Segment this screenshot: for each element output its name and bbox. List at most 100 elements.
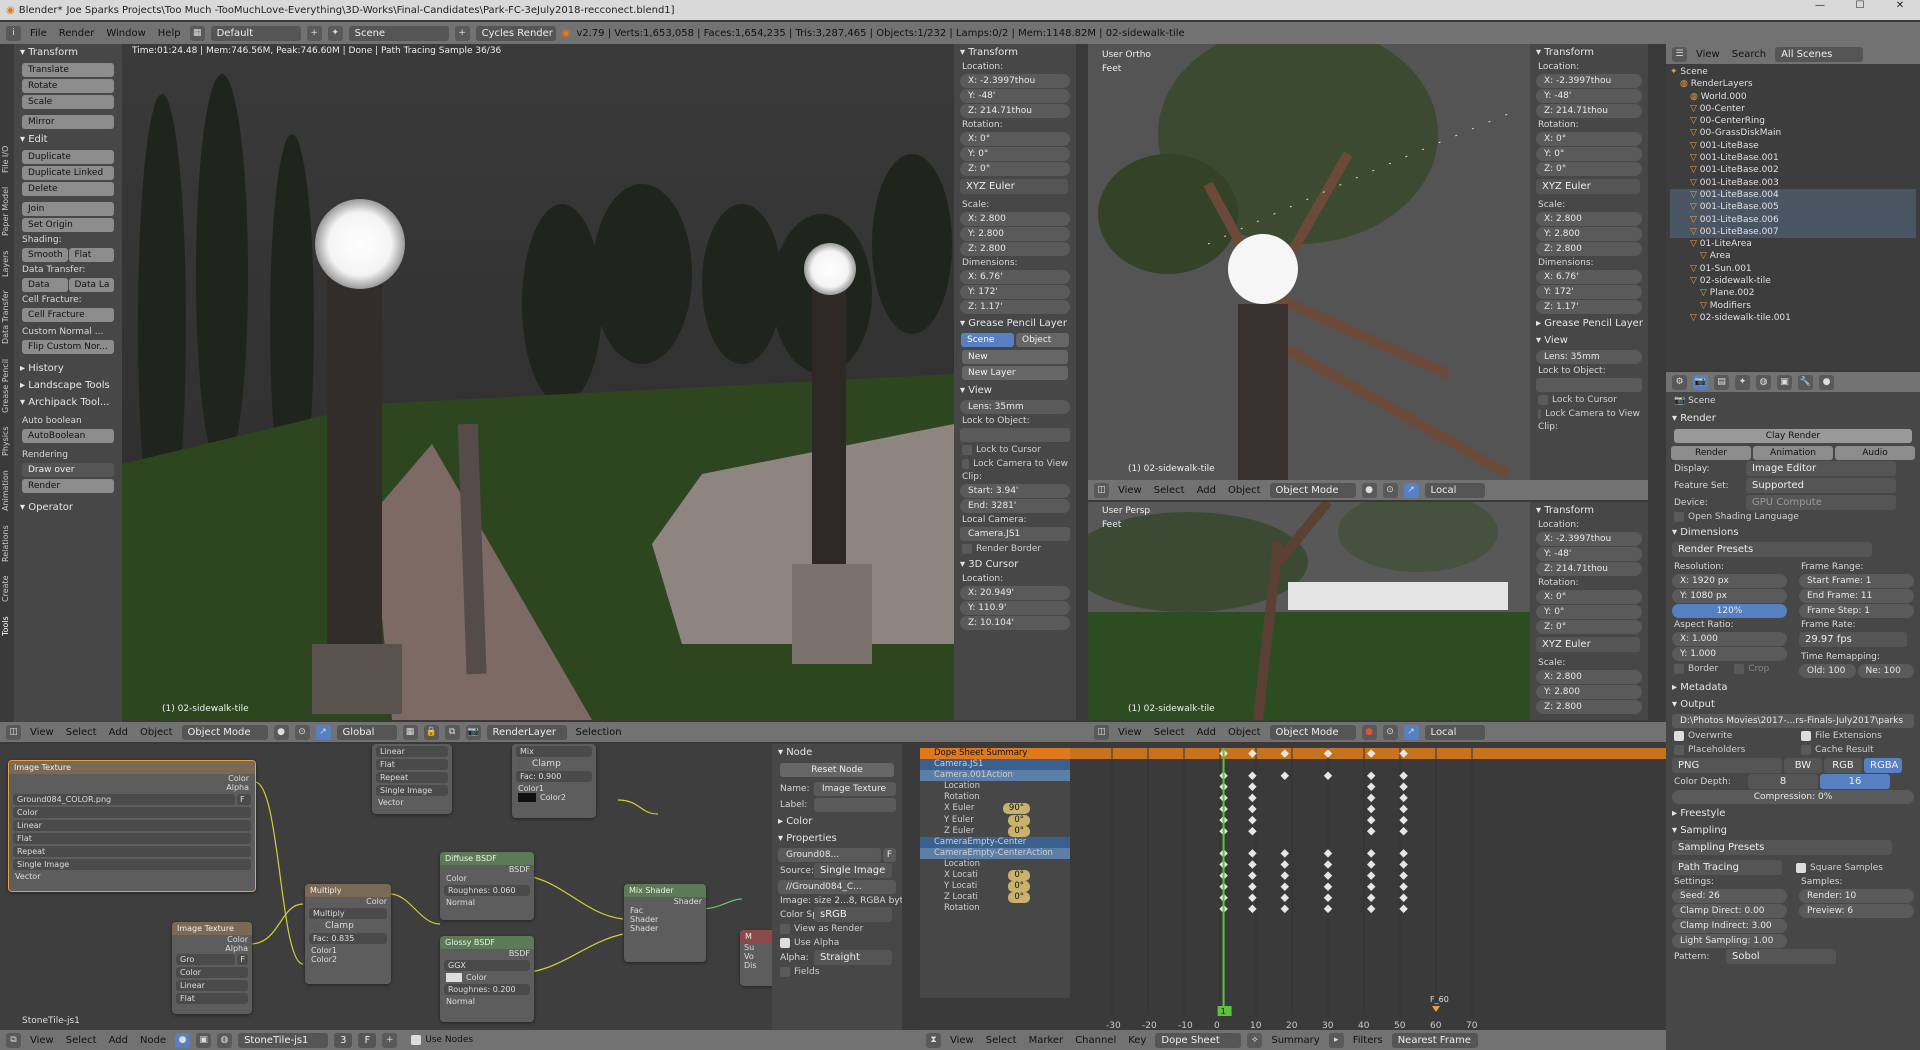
extension-select[interactable]: Repeat — [376, 772, 448, 783]
menu-add[interactable]: Add — [1194, 485, 1219, 496]
summary-toggle[interactable]: Summary — [1268, 1035, 1322, 1046]
alpha-output-socket[interactable]: Alpha — [172, 944, 252, 953]
properties-section-header[interactable]: ▾ Properties — [772, 830, 902, 847]
square-samples-checkbox[interactable]: Square Samples — [1788, 861, 1891, 875]
osl-checkbox[interactable]: Open Shading Language — [1666, 510, 1920, 524]
scale-button[interactable]: Scale — [22, 95, 114, 109]
rotation-mode-select[interactable]: XYZ Euler — [1536, 637, 1640, 652]
node-editor[interactable]: Image Texture Color Alpha Ground084_COLO… — [0, 744, 772, 1034]
menu-view[interactable]: View — [27, 727, 57, 738]
fac-field[interactable]: Fac: 0.900 — [516, 771, 592, 782]
light-sampling-field[interactable]: Light Sampling: 1.00 — [1672, 934, 1787, 948]
draw-over-select[interactable]: Draw over — [22, 463, 114, 477]
snap-mode-select[interactable]: Nearest Frame — [1391, 1032, 1478, 1048]
tab-relations[interactable]: Relations — [1, 525, 10, 562]
persp-viewport[interactable]: User Persp Feet (1) 02-sidewalk-tile — [1088, 502, 1530, 720]
maximize-icon[interactable]: ☐ — [1840, 0, 1880, 11]
outliner-item[interactable]: ▽ 00-CenterRing — [1670, 115, 1916, 127]
fac-input-socket[interactable]: Fac — [624, 906, 706, 915]
dope-sheet-channel[interactable]: CameraEmpty-CenterAction — [920, 847, 1070, 859]
shader-nodes-icon[interactable]: ● — [175, 1032, 191, 1048]
color-input-socket[interactable]: Color — [440, 874, 534, 883]
roughness-field[interactable]: Roughnes: 0.060 — [444, 885, 530, 896]
sampling-presets-select[interactable]: Sampling Presets — [1672, 840, 1892, 855]
rotation-z-field[interactable]: Z: 0° — [960, 162, 1070, 176]
edit-section-header[interactable]: ▾ Edit — [14, 131, 122, 148]
menu-select[interactable]: Select — [1151, 727, 1188, 738]
transform-header[interactable]: ▾ Transform — [954, 44, 1076, 61]
image-texture-node-1[interactable]: Image Texture Color Alpha Ground084_COLO… — [8, 760, 256, 892]
interpolation-select[interactable]: Linear — [176, 980, 248, 991]
distribution-select[interactable]: GGX — [444, 960, 530, 971]
menu-add[interactable]: Add — [106, 1035, 131, 1046]
node-name-field[interactable]: Image Texture — [814, 782, 896, 796]
dope-sheet-channel[interactable]: Camera.001Action — [920, 770, 1070, 782]
rotation-mode-select[interactable]: XYZ Euler — [960, 179, 1068, 194]
menu-add[interactable]: Add — [1194, 727, 1219, 738]
location-z-field[interactable]: Z: 214.71thou — [1536, 562, 1642, 576]
tab-grease-pencil[interactable]: Grease Pencil — [1, 358, 10, 412]
image-texture-node-2[interactable]: Image Texture Color Alpha Gro F Color Li… — [172, 922, 252, 1014]
menu-select[interactable]: Select — [1151, 485, 1188, 496]
history-section-header[interactable]: ▸ History — [14, 360, 122, 377]
menu-view[interactable]: View — [27, 1035, 57, 1046]
outliner-item[interactable]: ▽ Modifiers — [1670, 300, 1916, 312]
location-z-field[interactable]: Z: 214.71thou — [960, 104, 1070, 118]
depth-8-button[interactable]: 8 — [1748, 774, 1818, 789]
source-select[interactable]: Single Image — [814, 863, 892, 878]
shading-icon[interactable]: ● — [1361, 724, 1377, 740]
menu-marker[interactable]: Marker — [1026, 1035, 1067, 1046]
mix-rgb-node[interactable]: Mix Clamp Fac: 0.900 Color1 Color2 — [512, 744, 596, 818]
dimensions-section-header[interactable]: ▾ Dimensions — [1666, 524, 1920, 541]
duplicate-button[interactable]: Duplicate — [22, 150, 114, 164]
outliner-item[interactable]: ▽ 01-Sun.001 — [1670, 263, 1916, 275]
freestyle-section-header[interactable]: ▸ Freestyle — [1666, 805, 1920, 822]
menu-select[interactable]: Select — [983, 1035, 1020, 1046]
outliner-item[interactable]: ▽ Area — [1670, 250, 1916, 262]
menu-node[interactable]: Node — [137, 1035, 169, 1046]
mode-select[interactable]: Object Mode — [1269, 724, 1356, 740]
device-select[interactable]: GPU Compute — [1746, 495, 1896, 510]
dimension-z-field[interactable]: Z: 1.17' — [960, 300, 1070, 314]
bsdf-output-socket[interactable]: BSDF — [440, 949, 534, 958]
normal-input-socket[interactable]: Normal — [440, 898, 534, 907]
menu-view[interactable]: View — [1693, 49, 1723, 60]
menu-select[interactable]: Select — [63, 727, 100, 738]
audio-button[interactable]: Audio — [1835, 446, 1915, 460]
normal-input-socket[interactable]: Normal — [440, 997, 534, 1006]
grease-pencil-header[interactable]: ▾ Grease Pencil Layer — [954, 315, 1076, 332]
material-tab-icon[interactable]: ● — [1819, 374, 1834, 390]
cursor-y-field[interactable]: Y: 110.9' — [960, 601, 1070, 615]
border-checkbox[interactable]: Border — [1666, 662, 1726, 676]
image-datablock-field[interactable]: Ground08... — [778, 848, 881, 862]
duplicate-linked-button[interactable]: Duplicate Linked — [22, 166, 114, 180]
smooth-button[interactable]: Smooth — [22, 248, 68, 262]
channel-value-field[interactable]: 0° — [1008, 892, 1030, 904]
menu-select[interactable]: Select — [63, 1035, 100, 1046]
editor-type-icon[interactable]: ◫ — [1094, 482, 1109, 498]
channel-value-field[interactable]: 90° — [1002, 803, 1030, 815]
menu-object[interactable]: Object — [1225, 485, 1264, 496]
layers-tab-icon[interactable]: ▤ — [1714, 374, 1729, 390]
lock-icon[interactable]: 🔒 — [423, 724, 439, 740]
menu-search[interactable]: Search — [1729, 49, 1769, 60]
cell-fracture-button[interactable]: Cell Fracture — [22, 308, 114, 322]
channel-value-field[interactable]: 0° — [1008, 825, 1030, 837]
outliner-item[interactable]: ▽ 001-LiteBase.003 — [1670, 177, 1916, 189]
clamp-direct-field[interactable]: Clamp Direct: 0.00 — [1672, 904, 1787, 918]
file-format-select[interactable]: PNG — [1672, 758, 1782, 773]
shader-output-socket[interactable]: Shader — [624, 897, 706, 906]
tab-data-transfer[interactable]: Data Transfer — [1, 291, 10, 345]
displacement-input-socket[interactable]: Dis — [740, 961, 772, 970]
dope-sheet-channel[interactable]: Location — [920, 859, 1070, 870]
operator-section-header[interactable]: ▾ Operator — [14, 499, 122, 516]
depth-16-button[interactable]: 16 — [1820, 774, 1890, 789]
resolution-percent-field[interactable]: 120% — [1672, 604, 1787, 618]
rotation-z-field[interactable]: Z: 0° — [1536, 162, 1642, 176]
pivot-icon[interactable]: ⊙ — [1382, 482, 1398, 498]
menu-add[interactable]: Add — [106, 727, 131, 738]
join-button[interactable]: Join — [22, 202, 114, 216]
color-rgba-button[interactable]: RGBA — [1864, 758, 1902, 773]
integrator-select[interactable]: Path Tracing — [1672, 860, 1782, 875]
minimize-icon[interactable]: — — [1800, 0, 1840, 11]
